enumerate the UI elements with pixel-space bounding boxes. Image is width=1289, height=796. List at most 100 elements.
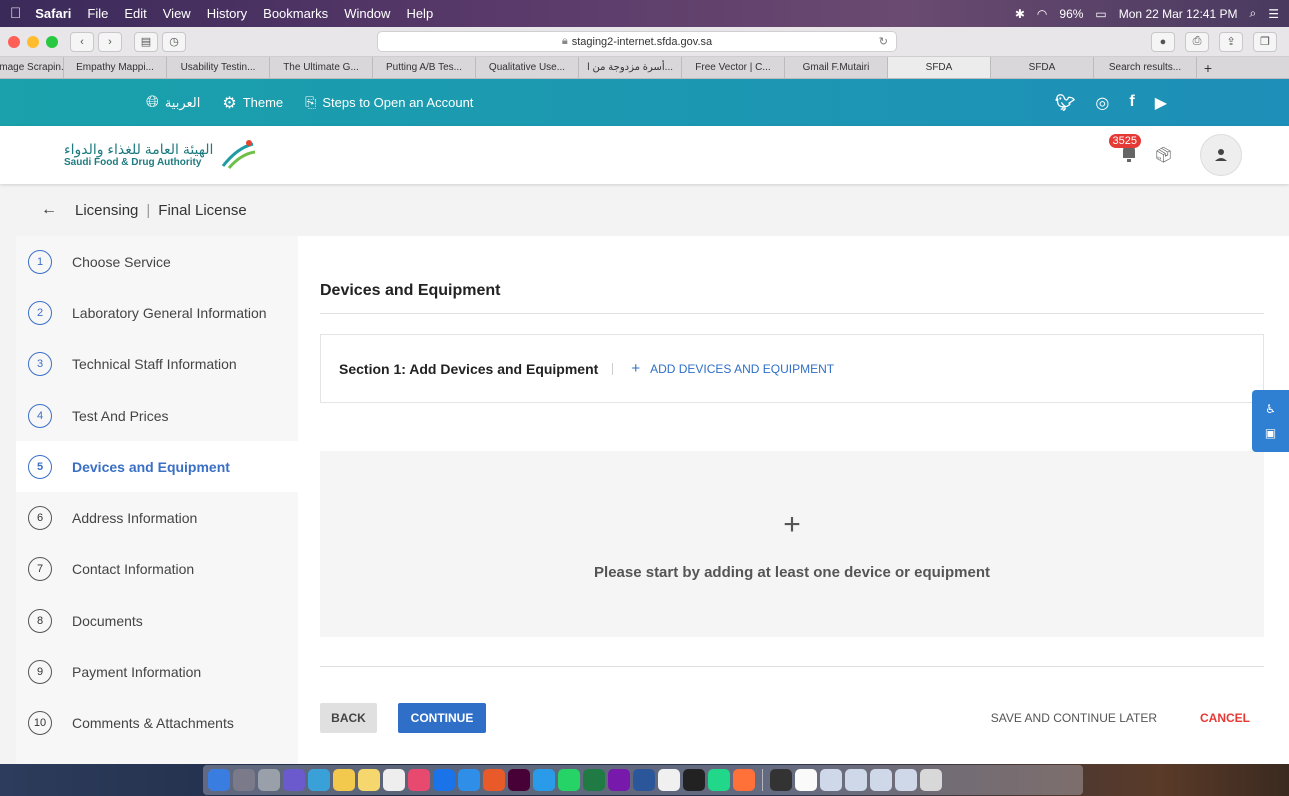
step-test-and-prices[interactable]: 4 Test And Prices	[16, 390, 298, 441]
spotlight-icon[interactable]: ⌕	[1250, 6, 1257, 21]
tab-item[interactable]: أسرة مزدوجة من ا...	[579, 57, 682, 78]
tab-item-active[interactable]: SFDA	[888, 57, 991, 78]
close-window-icon[interactable]	[8, 35, 20, 48]
outlook-icon[interactable]	[433, 769, 455, 791]
theme-switch[interactable]: ⚙ Theme	[222, 93, 283, 113]
step-technical-staff-info[interactable]: 3 Technical Staff Information	[16, 339, 298, 390]
minimized-window-icon[interactable]	[820, 769, 842, 791]
minimized-window-icon[interactable]	[845, 769, 867, 791]
tab-item[interactable]: Image Scrapin..	[0, 57, 64, 78]
avatar[interactable]	[1200, 134, 1242, 176]
menu-bookmarks[interactable]: Bookmarks	[263, 6, 328, 21]
tab-item[interactable]: Empathy Mappi...	[64, 57, 167, 78]
step-contact-information[interactable]: 7 Contact Information	[16, 544, 298, 595]
menu-window[interactable]: Window	[344, 6, 390, 21]
step-choose-service[interactable]: 1 Choose Service	[16, 236, 298, 287]
excel-icon[interactable]	[583, 769, 605, 791]
print-icon[interactable]: ⎙	[1185, 31, 1209, 52]
preview-icon[interactable]	[308, 769, 330, 791]
minimized-window-icon[interactable]	[895, 769, 917, 791]
firefox-icon[interactable]	[733, 769, 755, 791]
document-window-icon[interactable]	[795, 769, 817, 791]
powerpoint-icon[interactable]	[483, 769, 505, 791]
finder-icon[interactable]	[208, 769, 230, 791]
minimized-window-icon[interactable]	[870, 769, 892, 791]
whatsapp-icon[interactable]	[558, 769, 580, 791]
word-icon[interactable]	[633, 769, 655, 791]
app-store-icon[interactable]	[533, 769, 555, 791]
pycharm-icon[interactable]	[708, 769, 730, 791]
youtube-icon[interactable]: ▶	[1155, 93, 1167, 113]
tab-item[interactable]: Gmail F.Mutairi	[785, 57, 888, 78]
reload-icon[interactable]: ↻	[879, 35, 888, 48]
save-continue-later-button[interactable]: SAVE AND CONTINUE LATER	[991, 711, 1157, 725]
back-nav-icon[interactable]: ‹	[70, 31, 94, 52]
language-switch[interactable]: 🌐︎ العربية	[146, 94, 200, 112]
extension-icon[interactable]: ●	[1151, 31, 1175, 52]
twitter-icon[interactable]: 🐦︎	[1055, 93, 1075, 113]
accessibility-widget[interactable]: ♿︎ ▣	[1252, 390, 1289, 452]
steps-open-account-link[interactable]: ⎘ Steps to Open an Account	[305, 94, 473, 111]
tab-item[interactable]: Free Vector | C...	[682, 57, 785, 78]
apple-icon[interactable]: 	[10, 5, 21, 22]
tabs-overview-icon[interactable]: ❐	[1253, 31, 1277, 52]
onenote-icon[interactable]	[608, 769, 630, 791]
arrow-left-icon[interactable]: ←	[41, 201, 57, 219]
launchpad-icon[interactable]	[233, 769, 255, 791]
tab-item[interactable]: Qualitative Use...	[476, 57, 579, 78]
step-devices-and-equipment[interactable]: 5 Devices and Equipment	[16, 441, 298, 493]
minimize-window-icon[interactable]	[27, 35, 39, 48]
trash-icon[interactable]	[920, 769, 942, 791]
calendar-icon[interactable]	[383, 769, 405, 791]
history-icon[interactable]: ◷	[162, 31, 186, 52]
control-center-icon[interactable]: ☰	[1268, 7, 1279, 21]
facebook-icon[interactable]: f	[1129, 93, 1134, 113]
add-devices-button[interactable]: + ADD DEVICES AND EQUIPMENT	[631, 360, 834, 377]
step-payment-information[interactable]: 9 Payment Information	[16, 646, 298, 697]
bluetooth-icon[interactable]: ✱	[1015, 7, 1025, 21]
music-icon[interactable]	[408, 769, 430, 791]
step-laboratory-general-info[interactable]: 2 Laboratory General Information	[16, 287, 298, 338]
activity-window-icon[interactable]	[770, 769, 792, 791]
tab-item[interactable]: Putting A/B Tes...	[373, 57, 476, 78]
tab-item[interactable]: Usability Testin...	[167, 57, 270, 78]
tab-item[interactable]: SFDA	[991, 57, 1094, 78]
new-tab-icon[interactable]: +	[1197, 57, 1219, 78]
system-preferences-icon[interactable]	[258, 769, 280, 791]
breadcrumb-section[interactable]: Licensing	[75, 202, 138, 219]
empty-state[interactable]: + Please start by adding at least one de…	[320, 451, 1264, 637]
instagram-icon[interactable]: ◎	[1095, 93, 1109, 113]
textedit-icon[interactable]	[658, 769, 680, 791]
clock[interactable]: Mon 22 Mar 12:41 PM	[1119, 7, 1238, 21]
menu-safari[interactable]: Safari	[35, 6, 71, 21]
terminal-icon[interactable]	[683, 769, 705, 791]
step-address-information[interactable]: 6 Address Information	[16, 492, 298, 543]
menu-edit[interactable]: Edit	[124, 6, 146, 21]
package-icon[interactable]: 📦︎	[1154, 146, 1173, 164]
forward-nav-icon[interactable]: ›	[98, 31, 122, 52]
adobe-xd-icon[interactable]	[508, 769, 530, 791]
stickies-icon[interactable]	[358, 769, 380, 791]
tab-item[interactable]: The Ultimate G...	[270, 57, 373, 78]
tab-item[interactable]: Search results...	[1094, 57, 1197, 78]
battery-icon[interactable]: ▭	[1095, 7, 1106, 21]
continue-button[interactable]: CONTINUE	[398, 703, 486, 733]
zoom-window-icon[interactable]	[46, 35, 58, 48]
menu-help[interactable]: Help	[406, 6, 433, 21]
siri-icon[interactable]	[283, 769, 305, 791]
back-button[interactable]: BACK	[320, 703, 377, 733]
address-bar[interactable]: 🔒︎ staging2-internet.sfda.gov.sa ↻	[377, 31, 897, 52]
battery-percent[interactable]: 96%	[1059, 7, 1083, 21]
menu-history[interactable]: History	[207, 6, 247, 21]
step-documents[interactable]: 8 Documents	[16, 595, 298, 646]
notes-icon[interactable]	[333, 769, 355, 791]
menu-view[interactable]: View	[163, 6, 191, 21]
step-comments-attachments[interactable]: 10 Comments & Attachments	[16, 698, 298, 749]
sidebar-toggle-icon[interactable]: ▤	[134, 31, 158, 52]
wifi-icon[interactable]: ◠	[1037, 7, 1047, 21]
share-icon[interactable]: ⇪	[1219, 31, 1243, 52]
menu-file[interactable]: File	[87, 6, 108, 21]
sfda-logo[interactable]: الهيئة العامة للغذاء والدواء Saudi Food …	[64, 138, 259, 172]
safari-icon[interactable]	[458, 769, 480, 791]
cancel-button[interactable]: CANCEL	[1200, 711, 1250, 725]
